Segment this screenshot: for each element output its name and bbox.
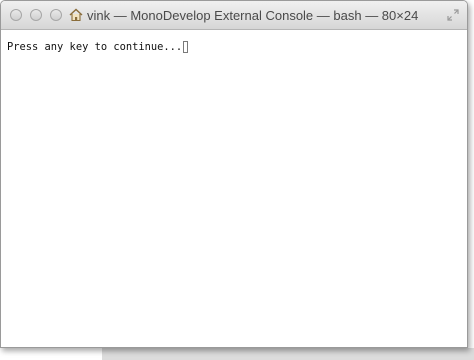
text-cursor (183, 41, 189, 53)
terminal-window: vink — MonoDevelop External Console — ba… (0, 0, 468, 348)
fullscreen-icon[interactable] (447, 9, 459, 21)
console-output[interactable]: Press any key to continue... (7, 41, 189, 53)
close-button[interactable] (10, 9, 22, 21)
window-title-area: vink — MonoDevelop External Console — ba… (69, 1, 418, 29)
window-title: vink — MonoDevelop External Console — ba… (87, 7, 419, 23)
title-bar[interactable]: vink — MonoDevelop External Console — ba… (1, 1, 467, 30)
minimize-button[interactable] (30, 9, 42, 21)
home-icon (69, 8, 83, 22)
console-prompt-text: Press any key to continue... (7, 41, 183, 53)
zoom-button[interactable] (50, 9, 62, 21)
background-window-strip (102, 348, 474, 360)
